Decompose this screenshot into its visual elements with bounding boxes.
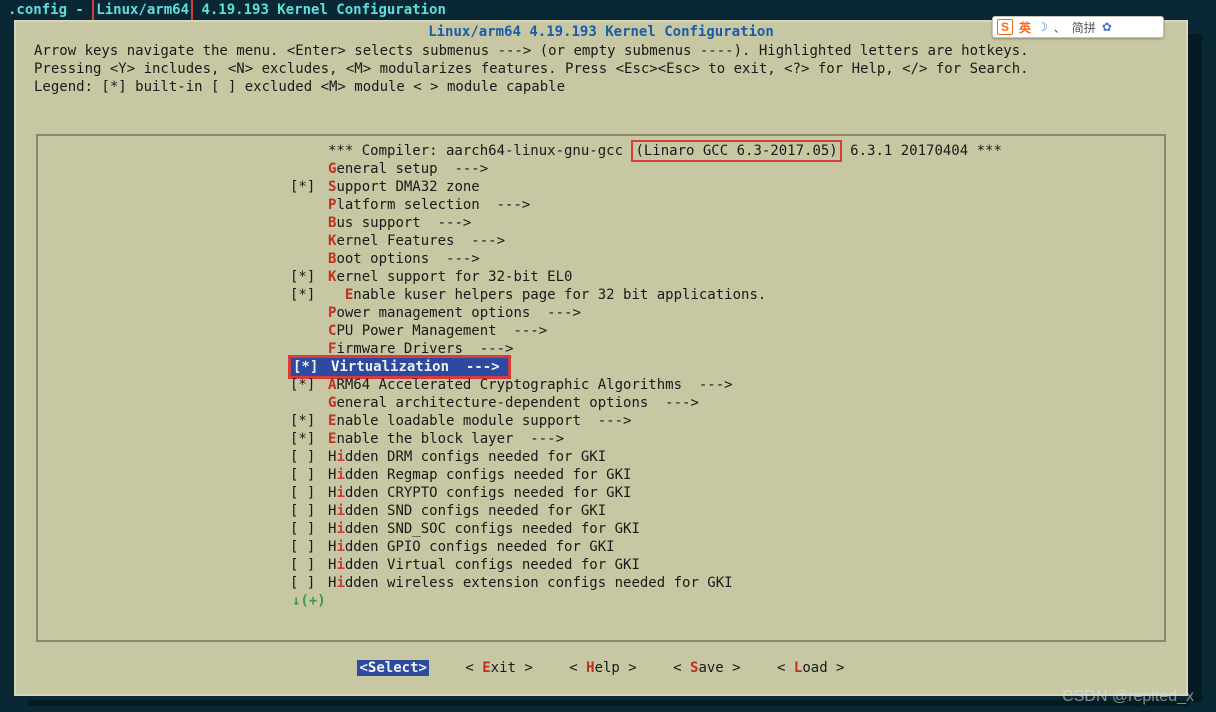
menu-item-block-layer[interactable]: [*] Enable the block layer --->: [38, 430, 1164, 448]
menu-item-kernel-features[interactable]: Kernel Features --->: [38, 232, 1164, 250]
load-button[interactable]: < Load >: [777, 660, 844, 676]
ime-lang[interactable]: 英: [1019, 19, 1031, 36]
menu-item-firmware-drivers[interactable]: Firmware Drivers --->: [38, 340, 1164, 358]
menu-item-kuser-helpers[interactable]: [*] Enable kuser helpers page for 32 bit…: [38, 286, 1164, 304]
save-button[interactable]: < Save >: [673, 660, 740, 676]
menu-item-power-management[interactable]: Power management options --->: [38, 304, 1164, 322]
more-below-indicator: ↓(+): [38, 592, 1164, 610]
menu-item-arm64-crypto[interactable]: [*] ARM64 Accelerated Cryptographic Algo…: [38, 376, 1164, 394]
gear-icon[interactable]: ✿: [1102, 20, 1112, 34]
menu-item-bus-support[interactable]: Bus support --->: [38, 214, 1164, 232]
compiler-highlight: (Linaro GCC 6.3-2017.05): [631, 140, 841, 162]
menu-item-hidden-snd-soc[interactable]: [ ] Hidden SND_SOC configs needed for GK…: [38, 520, 1164, 538]
compiler-info: *** Compiler: aarch64-linux-gnu-gcc (Lin…: [38, 142, 1164, 160]
button-bar: <Select> < Exit > < Help > < Save > < Lo…: [16, 658, 1186, 678]
menu-item-hidden-crypto[interactable]: [ ] Hidden CRYPTO configs needed for GKI: [38, 484, 1164, 502]
menu-item-virtualization[interactable]: [*] Virtualization --->: [38, 358, 1164, 376]
ime-mode[interactable]: 简拼: [1072, 19, 1096, 36]
menu-item-hidden-wireless[interactable]: [ ] Hidden wireless extension configs ne…: [38, 574, 1164, 592]
menu-item-hidden-regmap[interactable]: [ ] Hidden Regmap configs needed for GKI: [38, 466, 1164, 484]
dialog-frame: Linux/arm64 4.19.193 Kernel Configuratio…: [14, 20, 1188, 696]
help-text: Arrow keys navigate the menu. <Enter> se…: [16, 40, 1186, 100]
ime-toolbar[interactable]: S 英 ☽ 、 简拼 ✿: [992, 16, 1164, 38]
shadow-bottom: [28, 700, 1190, 706]
menu-item-boot-options[interactable]: Boot options --->: [38, 250, 1164, 268]
menu-item-hidden-virtual[interactable]: [ ] Hidden Virtual configs needed for GK…: [38, 556, 1164, 574]
exit-button[interactable]: < Exit >: [465, 660, 532, 676]
menu-list[interactable]: *** Compiler: aarch64-linux-gnu-gcc (Lin…: [36, 134, 1166, 642]
help-button[interactable]: < Help >: [569, 660, 636, 676]
ime-sep: 、: [1054, 19, 1066, 36]
menu-item-hidden-snd[interactable]: [ ] Hidden SND configs needed for GKI: [38, 502, 1164, 520]
select-button[interactable]: <Select>: [357, 660, 428, 676]
menu-item-support-dma32[interactable]: [*] Support DMA32 zone: [38, 178, 1164, 196]
title-arch-highlight: Linux/arm64: [92, 0, 193, 22]
ime-logo-icon: S: [997, 19, 1013, 35]
menu-item-general-setup[interactable]: General setup --->: [38, 160, 1164, 178]
menu-item-hidden-drm[interactable]: [ ] Hidden DRM configs needed for GKI: [38, 448, 1164, 466]
menu-item-general-arch[interactable]: General architecture-dependent options -…: [38, 394, 1164, 412]
moon-icon[interactable]: ☽: [1037, 20, 1048, 34]
watermark: CSDN @repited_x: [1062, 688, 1194, 706]
shadow-right: [1188, 34, 1202, 702]
menu-item-loadable-modules[interactable]: [*] Enable loadable module support --->: [38, 412, 1164, 430]
menu-item-platform-selection[interactable]: Platform selection --->: [38, 196, 1164, 214]
menu-item-kernel-32bit-el0[interactable]: [*] Kernel support for 32-bit EL0: [38, 268, 1164, 286]
menu-item-hidden-gpio[interactable]: [ ] Hidden GPIO configs needed for GKI: [38, 538, 1164, 556]
menu-item-cpu-power[interactable]: CPU Power Management --->: [38, 322, 1164, 340]
